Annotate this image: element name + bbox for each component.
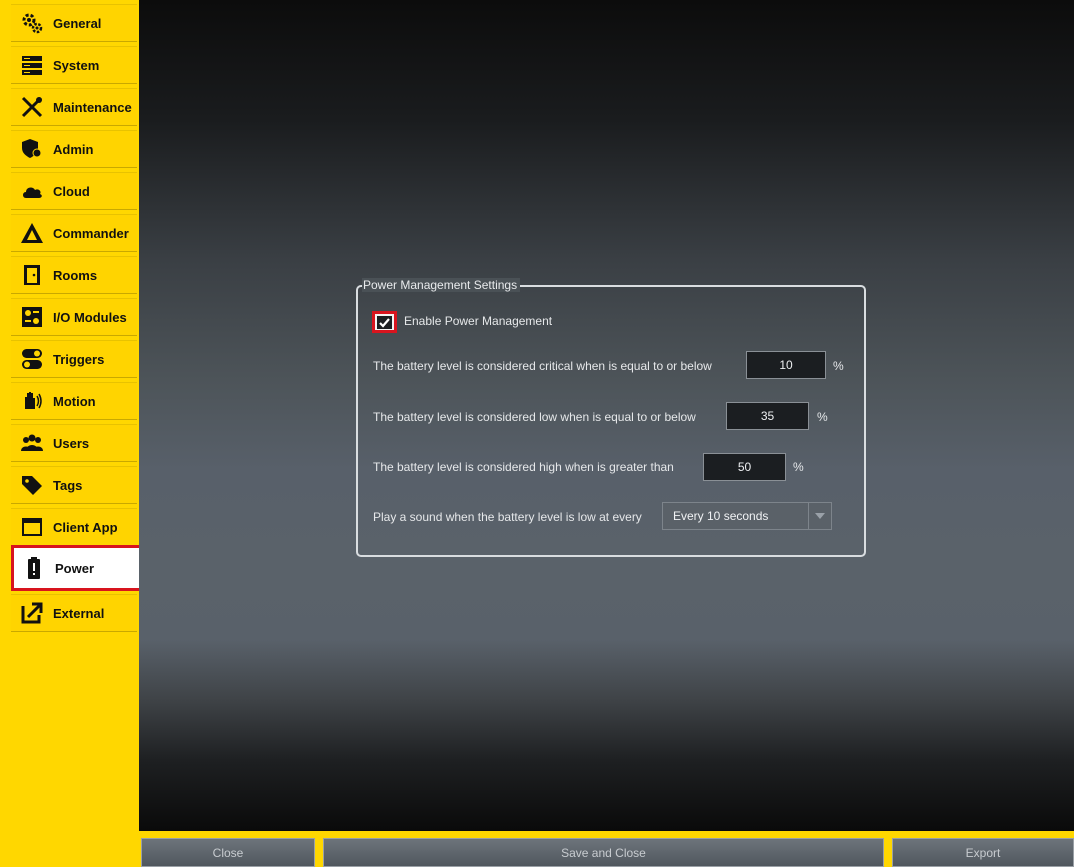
- sidebar-item-commander[interactable]: Commander: [11, 214, 137, 252]
- critical-level-value: 10: [779, 358, 793, 372]
- external-link-icon: [19, 600, 45, 626]
- critical-percent-label: %: [833, 359, 844, 373]
- sidebar-item-label: I/O Modules: [53, 309, 127, 325]
- sidebar-item-cloud[interactable]: Cloud: [11, 172, 137, 210]
- sidebar-item-power[interactable]: Power: [11, 545, 143, 591]
- motion-hand-icon: [19, 388, 45, 414]
- sidebar-item-label: General: [53, 15, 102, 31]
- enable-power-management-checkbox[interactable]: [372, 311, 397, 333]
- tools-icon: [19, 94, 45, 120]
- sidebar-item-label: Commander: [53, 225, 129, 241]
- commander-triangle-icon: [19, 220, 45, 246]
- high-level-label: The battery level is considered high whe…: [373, 460, 674, 474]
- sidebar-item-label: Client App: [53, 519, 118, 535]
- server-icon: [19, 52, 45, 78]
- sidebar-item-maintenance[interactable]: Maintenance: [11, 88, 137, 126]
- admin-shield-icon: [19, 136, 45, 162]
- group-title: Power Management Settings: [362, 278, 521, 292]
- sidebar-item-triggers[interactable]: Triggers: [11, 340, 137, 378]
- sidebar-item-system[interactable]: System: [11, 46, 137, 84]
- sidebar: General System Maintenance Admin Cloud C…: [0, 0, 143, 867]
- sound-interval-dropdown[interactable]: Every 10 seconds: [662, 502, 832, 530]
- sidebar-item-label: System: [53, 57, 100, 73]
- close-button[interactable]: Close: [141, 838, 315, 867]
- sidebar-item-rooms[interactable]: Rooms: [11, 256, 137, 294]
- checkmark-icon: [377, 315, 392, 329]
- sidebar-item-label: External: [53, 605, 105, 621]
- save-and-close-button[interactable]: Save and Close: [323, 838, 884, 867]
- low-level-value: 35: [760, 409, 775, 423]
- sidebar-item-io-modules[interactable]: I/O Modules: [11, 298, 137, 336]
- sidebar-item-admin[interactable]: Admin: [11, 130, 137, 168]
- sidebar-item-label: Cloud: [53, 183, 90, 199]
- sidebar-item-label: Users: [53, 435, 90, 451]
- sidebar-item-label: Rooms: [53, 267, 98, 283]
- sidebar-item-label: Power: [55, 560, 95, 576]
- sidebar-item-tags[interactable]: Tags: [11, 466, 137, 504]
- low-percent-label: %: [817, 410, 828, 424]
- battery-alert-icon: [21, 555, 47, 581]
- sidebar-item-general[interactable]: General: [11, 4, 137, 42]
- toggle-icon: [19, 346, 45, 372]
- tag-icon: [19, 472, 45, 498]
- sound-interval-label: Play a sound when the battery level is l…: [373, 510, 642, 524]
- gears-icon: [19, 10, 45, 36]
- chevron-down-icon: [808, 503, 831, 529]
- critical-level-label: The battery level is considered critical…: [373, 359, 712, 373]
- sidebar-item-motion[interactable]: Motion: [11, 382, 137, 420]
- high-percent-label: %: [793, 460, 804, 474]
- sidebar-item-label: Motion: [53, 393, 96, 409]
- sidebar-item-label: Triggers: [53, 351, 105, 367]
- sound-interval-value: Every 10 seconds: [673, 509, 769, 523]
- door-icon: [19, 262, 45, 288]
- sidebar-item-client-app[interactable]: Client App: [11, 508, 137, 546]
- export-button[interactable]: Export: [892, 838, 1074, 867]
- high-level-value: 50: [737, 460, 752, 474]
- sidebar-item-label: Tags: [53, 477, 83, 493]
- low-level-label: The battery level is considered low when…: [373, 410, 696, 424]
- high-level-input[interactable]: 50: [703, 453, 786, 481]
- io-module-icon: [19, 304, 45, 330]
- enable-power-management-label: Enable Power Management: [404, 314, 553, 328]
- sidebar-item-users[interactable]: Users: [11, 424, 137, 462]
- cloud-icon: [19, 178, 45, 204]
- low-level-input[interactable]: 35: [726, 402, 809, 430]
- window-icon: [19, 514, 45, 540]
- critical-level-input[interactable]: 10: [746, 351, 826, 379]
- sidebar-item-label: Admin: [53, 141, 94, 157]
- sidebar-item-external[interactable]: External: [11, 594, 137, 632]
- users-icon: [19, 430, 45, 456]
- sidebar-item-label: Maintenance: [53, 99, 132, 115]
